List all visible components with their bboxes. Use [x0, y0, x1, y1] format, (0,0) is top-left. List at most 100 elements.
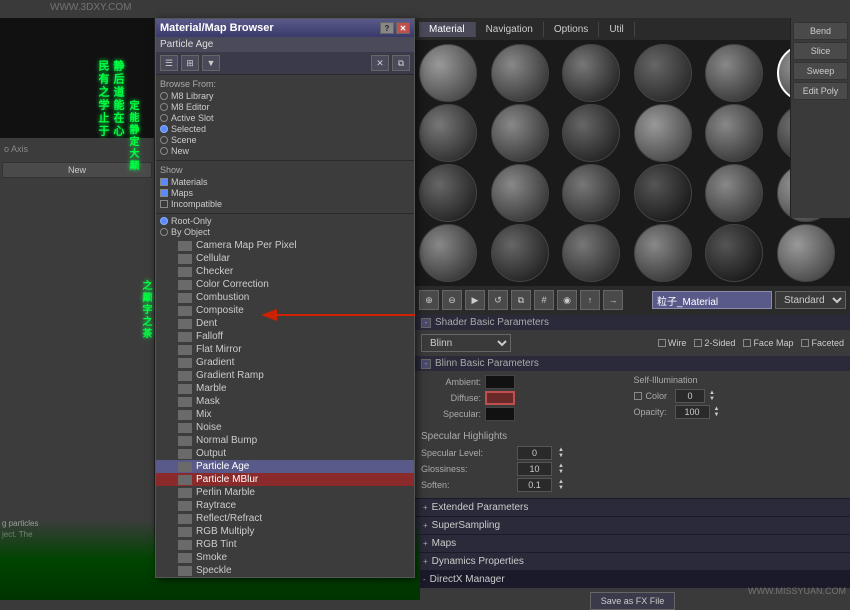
- spec-level-down[interactable]: ▼: [558, 453, 568, 459]
- list-item-rgb-tint[interactable]: RGB Tint: [156, 538, 414, 551]
- shader-collapse-btn[interactable]: -: [421, 318, 431, 328]
- color-down[interactable]: ▼: [709, 396, 719, 402]
- options-btn[interactable]: ▼: [202, 55, 220, 71]
- browse-new[interactable]: New: [160, 146, 410, 156]
- list-item-normal-bump[interactable]: Normal Bump: [156, 434, 414, 447]
- assign-btn[interactable]: ▶: [465, 290, 485, 310]
- list-item-composite[interactable]: Composite: [156, 304, 414, 317]
- chk-color[interactable]: [634, 392, 642, 400]
- sphere-21[interactable]: [562, 224, 620, 282]
- sphere-2[interactable]: [491, 44, 549, 102]
- sphere-17[interactable]: [705, 164, 763, 222]
- opacity-value[interactable]: [675, 405, 710, 419]
- tab-material[interactable]: Material: [419, 22, 476, 37]
- list-item-particle-age[interactable]: Particle Age: [156, 460, 414, 473]
- list-item-mix[interactable]: Mix: [156, 408, 414, 421]
- shader-type-select[interactable]: Blinn: [421, 334, 511, 352]
- sphere-14[interactable]: [491, 164, 549, 222]
- browse-m8editor[interactable]: M8 Editor: [160, 102, 410, 112]
- sphere-16[interactable]: [634, 164, 692, 222]
- sphere-15[interactable]: [562, 164, 620, 222]
- sort-byobject[interactable]: By Object: [160, 227, 410, 237]
- ambient-swatch[interactable]: [485, 375, 515, 389]
- go-to-parent-btn[interactable]: ↑: [580, 290, 600, 310]
- tab-options[interactable]: Options: [544, 22, 599, 37]
- sphere-1[interactable]: [419, 44, 477, 102]
- blinn-collapse-btn[interactable]: -: [421, 359, 431, 369]
- list-item-smoke[interactable]: Smoke: [156, 551, 414, 564]
- show-incompatible[interactable]: Incompatible: [160, 199, 410, 209]
- sphere-20[interactable]: [491, 224, 549, 282]
- list-view-btn[interactable]: ☰: [160, 55, 178, 71]
- edit-poly-button[interactable]: Edit Poly: [793, 82, 848, 100]
- reset-btn[interactable]: ↺: [488, 290, 508, 310]
- list-item-speckle[interactable]: Speckle: [156, 564, 414, 577]
- tab-util[interactable]: Util: [599, 22, 634, 37]
- bend-button[interactable]: Bend: [793, 22, 848, 40]
- list-item-mask[interactable]: Mask: [156, 395, 414, 408]
- save-fx-button[interactable]: Save as FX File: [590, 592, 676, 610]
- sphere-4[interactable]: [634, 44, 692, 102]
- extended-params-section[interactable]: + Extended Parameters: [415, 498, 850, 516]
- material-name-input[interactable]: [652, 291, 772, 309]
- browse-scene[interactable]: Scene: [160, 135, 410, 145]
- list-item-gradient-ramp[interactable]: Gradient Ramp: [156, 369, 414, 382]
- spec-soften-value[interactable]: [517, 478, 552, 492]
- thumbnail-view-btn[interactable]: ⊞: [181, 55, 199, 71]
- specular-swatch[interactable]: [485, 407, 515, 421]
- list-item-dent[interactable]: Dent: [156, 317, 414, 330]
- dialog-close-button[interactable]: ✕: [396, 22, 410, 34]
- sphere-23[interactable]: [705, 224, 763, 282]
- sphere-24[interactable]: [777, 224, 835, 282]
- material-type-select[interactable]: Standard: [775, 291, 846, 309]
- list-item-combustion[interactable]: Combustion: [156, 291, 414, 304]
- spec-glossiness-value[interactable]: [517, 462, 552, 476]
- get-material-btn[interactable]: ⊕: [419, 290, 439, 310]
- sort-rootonly[interactable]: Root-Only: [160, 216, 410, 226]
- sphere-5[interactable]: [705, 44, 763, 102]
- color-value[interactable]: [675, 389, 705, 403]
- sphere-22[interactable]: [634, 224, 692, 282]
- list-item-falloff[interactable]: Falloff: [156, 330, 414, 343]
- sphere-8[interactable]: [491, 104, 549, 162]
- list-item-reflect[interactable]: Reflect/Refract: [156, 512, 414, 525]
- copy-material-btn[interactable]: ⧉: [511, 290, 531, 310]
- list-item-particle-mblur[interactable]: Particle MBlur: [156, 473, 414, 486]
- list-item-cellular[interactable]: Cellular: [156, 252, 414, 265]
- wire-cb[interactable]: Wire: [658, 338, 687, 348]
- sphere-3[interactable]: [562, 44, 620, 102]
- sweep-button[interactable]: Sweep: [793, 62, 848, 80]
- directx-section[interactable]: - DirectX Manager: [415, 570, 850, 588]
- list-item-marble[interactable]: Marble: [156, 382, 414, 395]
- list-item-color-correction[interactable]: Color Correction: [156, 278, 414, 291]
- list-item-output[interactable]: Output: [156, 447, 414, 460]
- copy-btn[interactable]: ⧉: [392, 55, 410, 71]
- list-item-rgb-multiply[interactable]: RGB Multiply: [156, 525, 414, 538]
- dialog-list-container[interactable]: Camera Map Per Pixel Cellular Checker Co…: [156, 239, 414, 577]
- sphere-19[interactable]: [419, 224, 477, 282]
- list-item-camera-map[interactable]: Camera Map Per Pixel: [156, 239, 414, 252]
- delete-btn[interactable]: ✕: [371, 55, 389, 71]
- faceted-cb[interactable]: Faceted: [801, 338, 844, 348]
- sphere-7[interactable]: [419, 104, 477, 162]
- spec-gloss-down[interactable]: ▼: [558, 469, 568, 475]
- list-item-perlin-marble[interactable]: Perlin Marble: [156, 486, 414, 499]
- tab-navigation[interactable]: Navigation: [476, 22, 544, 37]
- show-materials[interactable]: Materials: [160, 177, 410, 187]
- supersampling-section[interactable]: + SuperSampling: [415, 516, 850, 534]
- browse-selected[interactable]: Selected: [160, 124, 410, 134]
- two-sided-cb[interactable]: 2-Sided: [694, 338, 735, 348]
- show-end-result-btn[interactable]: ◉: [557, 290, 577, 310]
- face-map-cb[interactable]: Face Map: [743, 338, 793, 348]
- go-forward-btn[interactable]: →: [603, 290, 623, 310]
- sphere-9[interactable]: [562, 104, 620, 162]
- diffuse-swatch[interactable]: [485, 391, 515, 405]
- sphere-13[interactable]: [419, 164, 477, 222]
- opacity-down[interactable]: ▼: [714, 412, 724, 418]
- list-item-flat-mirror[interactable]: Flat Mirror: [156, 343, 414, 356]
- show-maps[interactable]: Maps: [160, 188, 410, 198]
- new-button[interactable]: New: [2, 162, 152, 178]
- slice-button[interactable]: Slice: [793, 42, 848, 60]
- put-material-btn[interactable]: ⊖: [442, 290, 462, 310]
- material-id-btn[interactable]: #: [534, 290, 554, 310]
